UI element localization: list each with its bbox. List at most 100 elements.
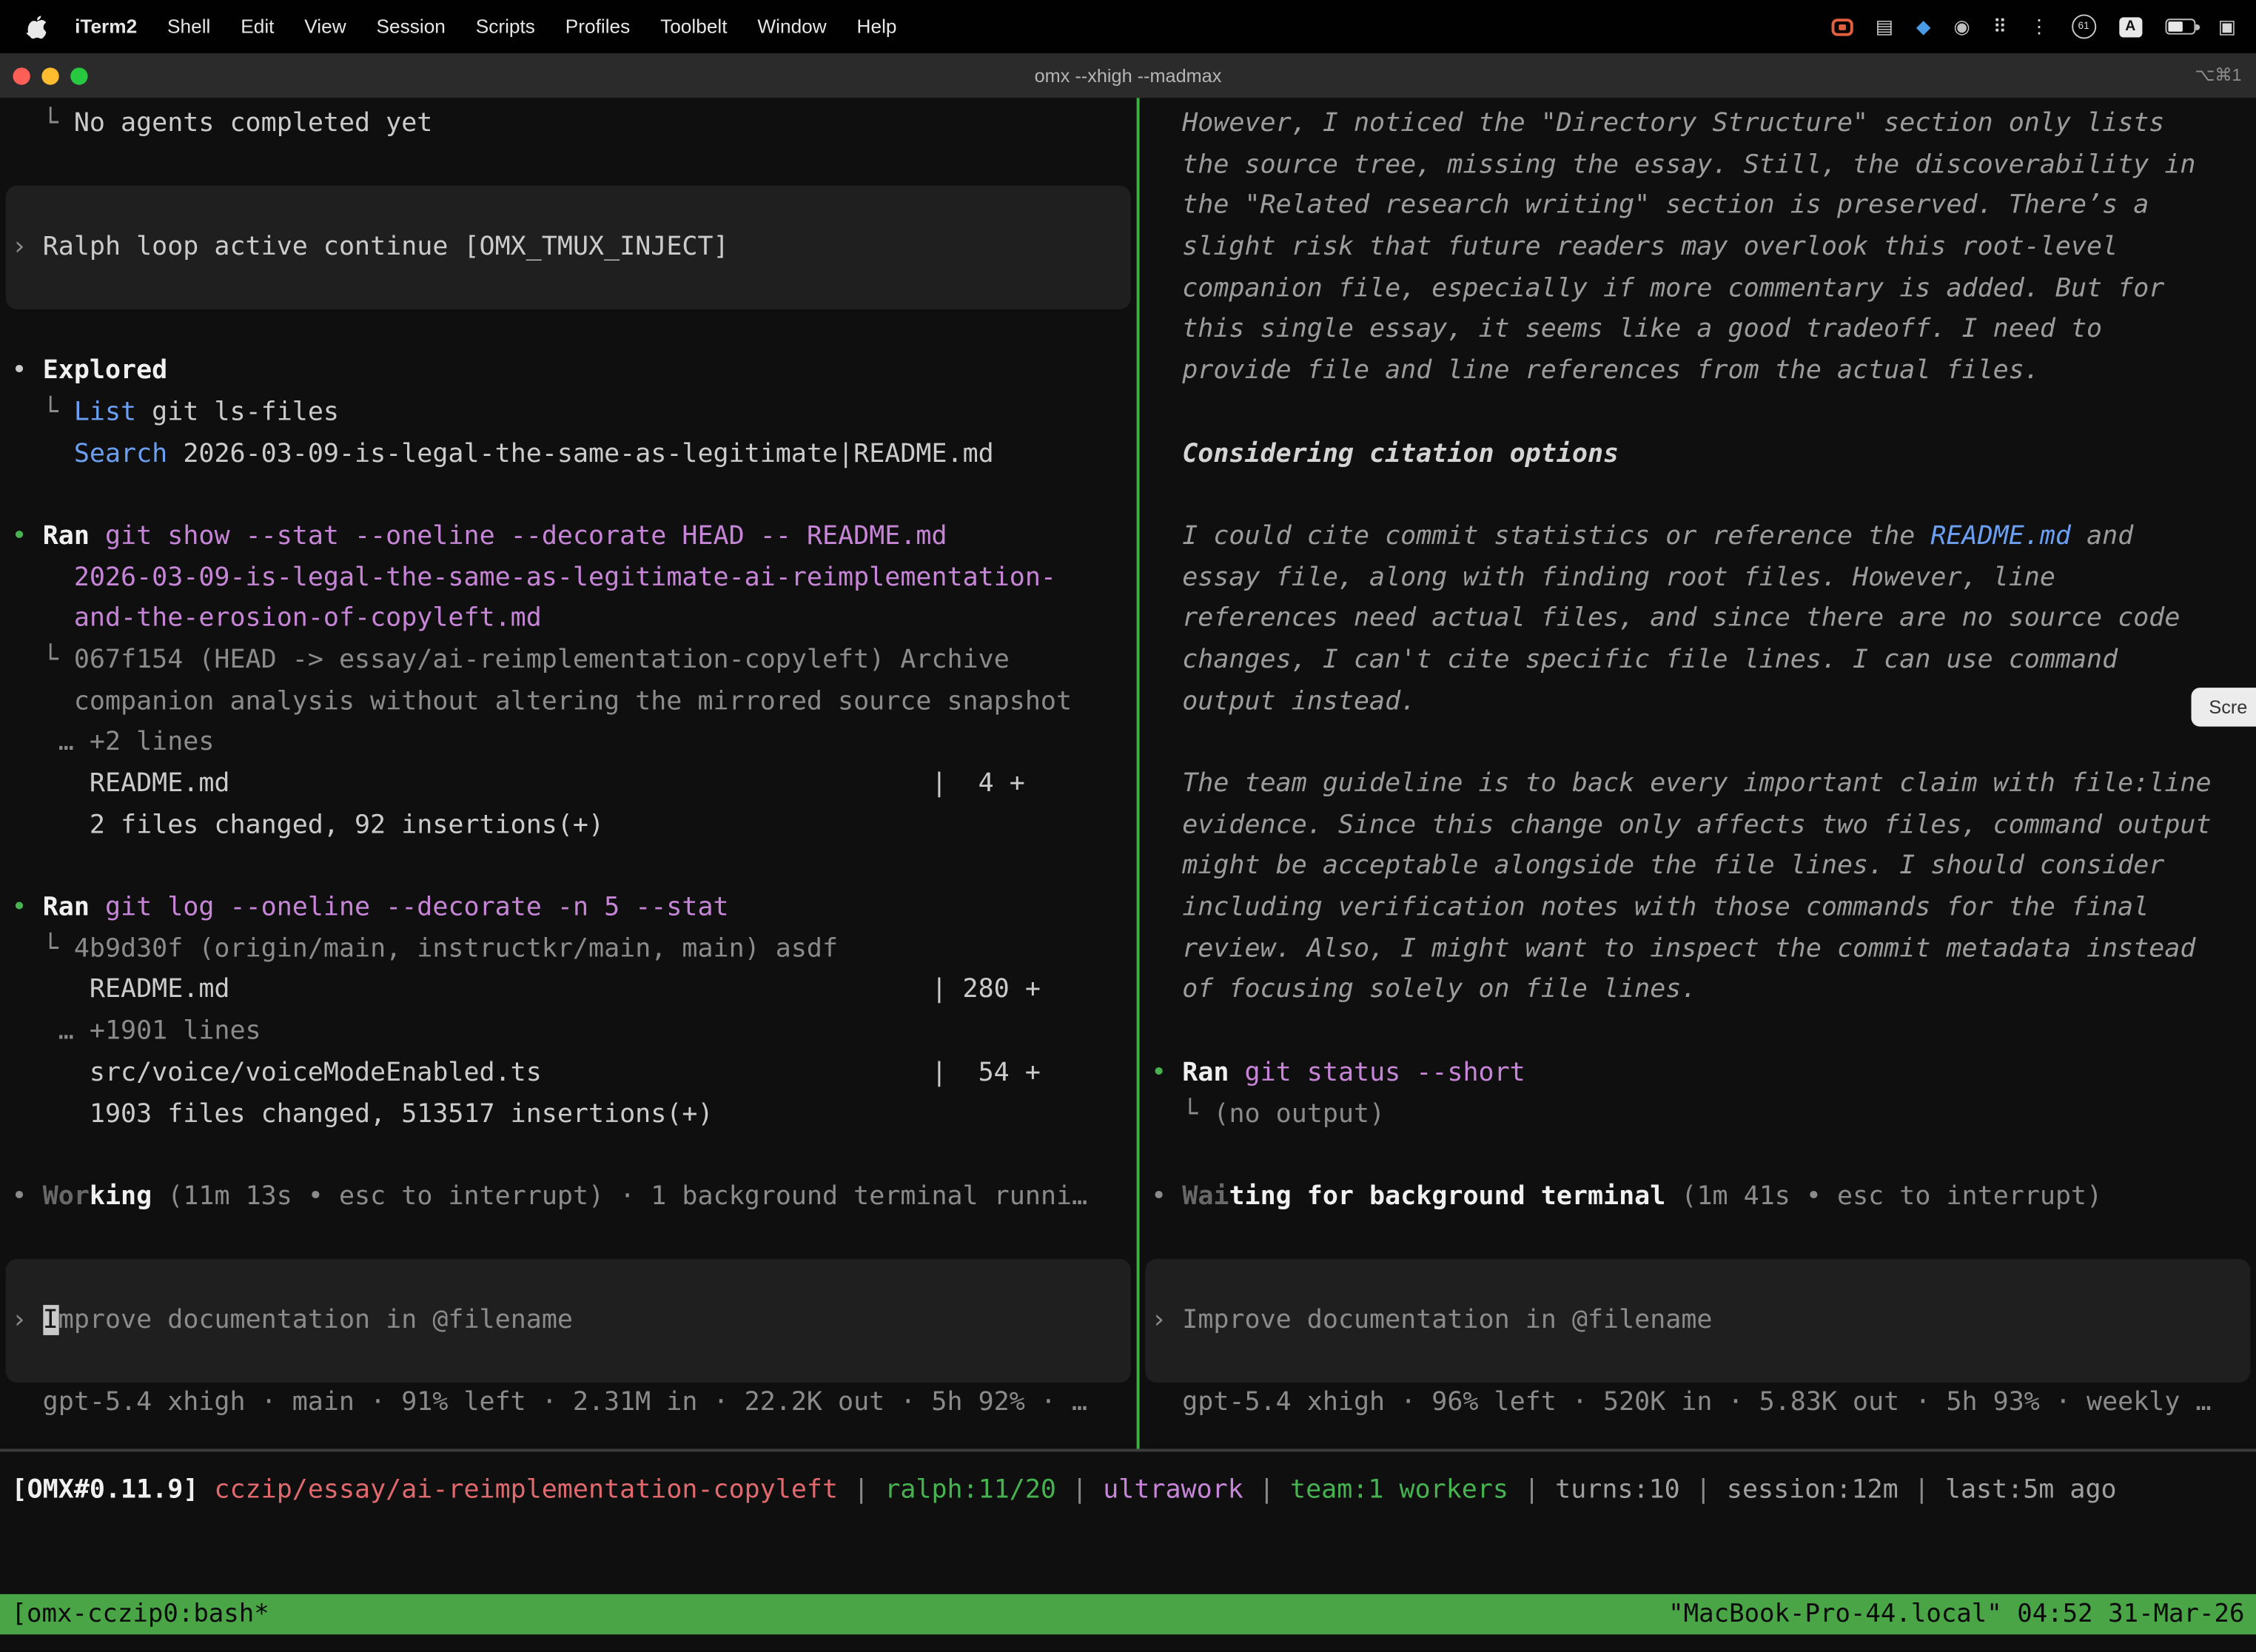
terminal-line: • Explored bbox=[0, 352, 1137, 393]
terminal-line: provide file and line references from th… bbox=[1140, 352, 2256, 393]
left-terminal-pane[interactable]: └ No agents completed yet › Ralph loop a… bbox=[0, 98, 1137, 1448]
terminal-line: essay file, along with finding root file… bbox=[1140, 557, 2256, 599]
circle-app-icon[interactable]: ◉ bbox=[1953, 17, 1970, 36]
terminal-line: • Ran git log --oneline --decorate -n 5 … bbox=[0, 888, 1137, 930]
left-status-line: gpt-5.4 xhigh · main · 91% left · 2.31M … bbox=[0, 1383, 1137, 1425]
terminal-line: and-the-erosion-of-copyleft.md bbox=[0, 599, 1137, 640]
terminal-line: … +1901 lines bbox=[0, 1012, 1137, 1053]
menu-item-profiles[interactable]: Profiles bbox=[565, 16, 631, 37]
ralph-loop-banner: › Ralph loop active continue [OMX_TMUX_I… bbox=[6, 186, 1131, 309]
left-prompt-input[interactable]: › Improve documentation in @filename bbox=[6, 1259, 1131, 1383]
terminal-line: … +2 lines bbox=[0, 722, 1137, 764]
terminal-line: might be acceptable alongside the file l… bbox=[1140, 847, 2256, 888]
menu-item-help[interactable]: Help bbox=[857, 16, 897, 37]
left-pane-top: └ No agents completed yet bbox=[0, 104, 1137, 187]
terminal-line: └ List git ls-files bbox=[0, 392, 1137, 434]
terminal-line: └ 067f154 (HEAD -> essay/ai-reimplementa… bbox=[0, 640, 1137, 682]
menu-item-view[interactable]: View bbox=[304, 16, 346, 37]
terminal-line: README.md | 4 + bbox=[0, 764, 1137, 805]
blue-app-icon[interactable]: ◆ bbox=[1916, 17, 1930, 36]
terminal-line bbox=[0, 310, 1137, 352]
menubar-items: iTerm2 Shell Edit View Session Scripts Profile… bbox=[75, 16, 896, 37]
terminal-line: › Improve documentation in @filename bbox=[1145, 1300, 1712, 1342]
menubar-status-icons: ▤ ◆ ◉ ⠿ ⋮ 61 A ▣ bbox=[1831, 14, 2236, 38]
apple-menu-icon[interactable] bbox=[26, 15, 46, 38]
terminal-line bbox=[1140, 392, 2256, 434]
terminal-line: companion analysis without altering the … bbox=[0, 682, 1137, 723]
dots-app-icon[interactable]: ⋮ bbox=[2030, 17, 2048, 36]
omx-status-bar: [OMX#0.11.9] cczip/essay/ai-reimplementa… bbox=[0, 1471, 2256, 1512]
grid-app-icon[interactable]: ⠿ bbox=[1993, 17, 2007, 36]
terminal-line: including verification notes with those … bbox=[1140, 887, 2256, 929]
terminal-line bbox=[0, 475, 1137, 517]
terminal-line: • Working (11m 13s • esc to interrupt) ·… bbox=[0, 1177, 1137, 1218]
tmux-session-label: [omx-cczip0:bash* bbox=[12, 1600, 269, 1629]
terminal-line: review. Also, I might want to inspect th… bbox=[1140, 929, 2256, 970]
terminal-line bbox=[1140, 475, 2256, 517]
input-source-icon[interactable]: A bbox=[2119, 16, 2142, 36]
terminal-line bbox=[1140, 1135, 2256, 1177]
terminal-line: references need actual files, and since … bbox=[1140, 599, 2256, 640]
terminal-line: the "Related research writing" section i… bbox=[1140, 186, 2256, 227]
terminal-line: • Waiting for background terminal (1m 41… bbox=[1140, 1177, 2256, 1218]
menu-item-scripts[interactable]: Scripts bbox=[476, 16, 535, 37]
terminal-area: └ No agents completed yet › Ralph loop a… bbox=[0, 98, 2256, 1451]
right-terminal-pane[interactable]: However, I noticed the "Directory Struct… bbox=[1140, 98, 2256, 1448]
terminal-line: [OMX#0.11.9] cczip/essay/ai-reimplementa… bbox=[0, 1471, 2256, 1512]
terminal-line: • Ran git show --stat --oneline --decora… bbox=[0, 517, 1137, 558]
tmux-host-clock: "MacBook-Pro-44.local" 04:52 31-Mar-26 bbox=[1668, 1600, 2244, 1629]
terminal-line: gpt-5.4 xhigh · main · 91% left · 2.31M … bbox=[0, 1383, 1137, 1425]
iterm2-window: iTerm2 Shell Edit View Session Scripts Profile… bbox=[0, 0, 2256, 1652]
screen-recording-icon[interactable] bbox=[1831, 18, 1853, 35]
terminal-line: › Ralph loop active continue [OMX_TMUX_I… bbox=[6, 227, 729, 269]
screen-edge-tooltip[interactable]: Scre bbox=[2192, 688, 2256, 726]
terminal-line: this single essay, it seems like a good … bbox=[1140, 310, 2256, 352]
terminal-line: 2 files changed, 92 insertions(+) bbox=[0, 805, 1137, 847]
window-title: omx --xhigh --madmax bbox=[0, 53, 2256, 98]
menu-item-toolbelt[interactable]: Toolbelt bbox=[660, 16, 727, 37]
terminal-line: slight risk that future readers may over… bbox=[1140, 227, 2256, 269]
terminal-line bbox=[0, 1218, 1137, 1260]
terminal-line: src/voice/voiceModeEnabled.ts | 54 + bbox=[0, 1053, 1137, 1095]
keyboard-icon[interactable]: ▤ bbox=[1876, 17, 1893, 36]
window-titlebar: omx --xhigh --madmax ⌥⌘1 bbox=[0, 53, 2256, 98]
menu-item-session[interactable]: Session bbox=[377, 16, 446, 37]
menu-item-iterm2[interactable]: iTerm2 bbox=[75, 16, 137, 37]
terminal-line bbox=[0, 1135, 1137, 1177]
menu-item-window[interactable]: Window bbox=[757, 16, 826, 37]
terminal-line: › Improve documentation in @filename bbox=[6, 1300, 573, 1342]
tmux-status-bar: [omx-cczip0:bash* "MacBook-Pro-44.local"… bbox=[0, 1594, 2256, 1634]
terminal-line: • Ran git status --short bbox=[1140, 1053, 2256, 1095]
terminal-line bbox=[0, 847, 1137, 888]
terminal-line bbox=[1140, 1218, 2256, 1260]
terminal-line: └ 4b9d30f (origin/main, instructkr/main,… bbox=[0, 929, 1137, 970]
terminal-line: 1903 files changed, 513517 insertions(+) bbox=[0, 1094, 1137, 1135]
terminal-line: 2026-03-09-is-legal-the-same-as-legitima… bbox=[0, 557, 1137, 599]
menu-item-shell[interactable]: Shell bbox=[167, 16, 210, 37]
battery-gauge-icon[interactable]: 61 bbox=[2072, 14, 2096, 38]
terminal-line: └ (no output) bbox=[1140, 1094, 2256, 1135]
right-status-line: gpt-5.4 xhigh · 96% left · 520K in · 5.8… bbox=[1140, 1383, 2256, 1425]
window-shortcut-badge: ⌥⌘1 bbox=[2195, 53, 2241, 98]
terminal-line: The team guideline is to back every impo… bbox=[1140, 764, 2256, 805]
battery-icon[interactable] bbox=[2165, 19, 2195, 34]
left-pane-body: • Explored └ List git ls-files Search 20… bbox=[0, 310, 1137, 1260]
terminal-line bbox=[0, 145, 1137, 187]
terminal-line: Considering citation options bbox=[1140, 434, 2256, 475]
terminal-line: evidence. Since this change only affects… bbox=[1140, 805, 2256, 847]
terminal-line: However, I noticed the "Directory Struct… bbox=[1140, 104, 2256, 145]
control-center-icon[interactable]: ▣ bbox=[2218, 17, 2236, 36]
terminal-line: └ No agents completed yet bbox=[0, 104, 1137, 145]
right-prompt-input[interactable]: › Improve documentation in @filename bbox=[1145, 1259, 2250, 1383]
terminal-line bbox=[1140, 722, 2256, 764]
terminal-line: I could cite commit statistics or refere… bbox=[1140, 517, 2256, 558]
terminal-line: changes, I can't cite specific file line… bbox=[1140, 640, 2256, 682]
menu-item-edit[interactable]: Edit bbox=[241, 16, 274, 37]
terminal-line: output instead. bbox=[1140, 682, 2256, 723]
terminal-line: Search 2026-03-09-is-legal-the-same-as-l… bbox=[0, 434, 1137, 475]
right-pane-body: However, I noticed the "Directory Struct… bbox=[1140, 104, 2256, 1259]
terminal-line: companion file, especially if more comme… bbox=[1140, 269, 2256, 310]
terminal-line: README.md | 280 + bbox=[0, 970, 1137, 1012]
macos-menubar: iTerm2 Shell Edit View Session Scripts Profile… bbox=[0, 0, 2256, 53]
terminal-line: of focusing solely on file lines. bbox=[1140, 970, 2256, 1012]
